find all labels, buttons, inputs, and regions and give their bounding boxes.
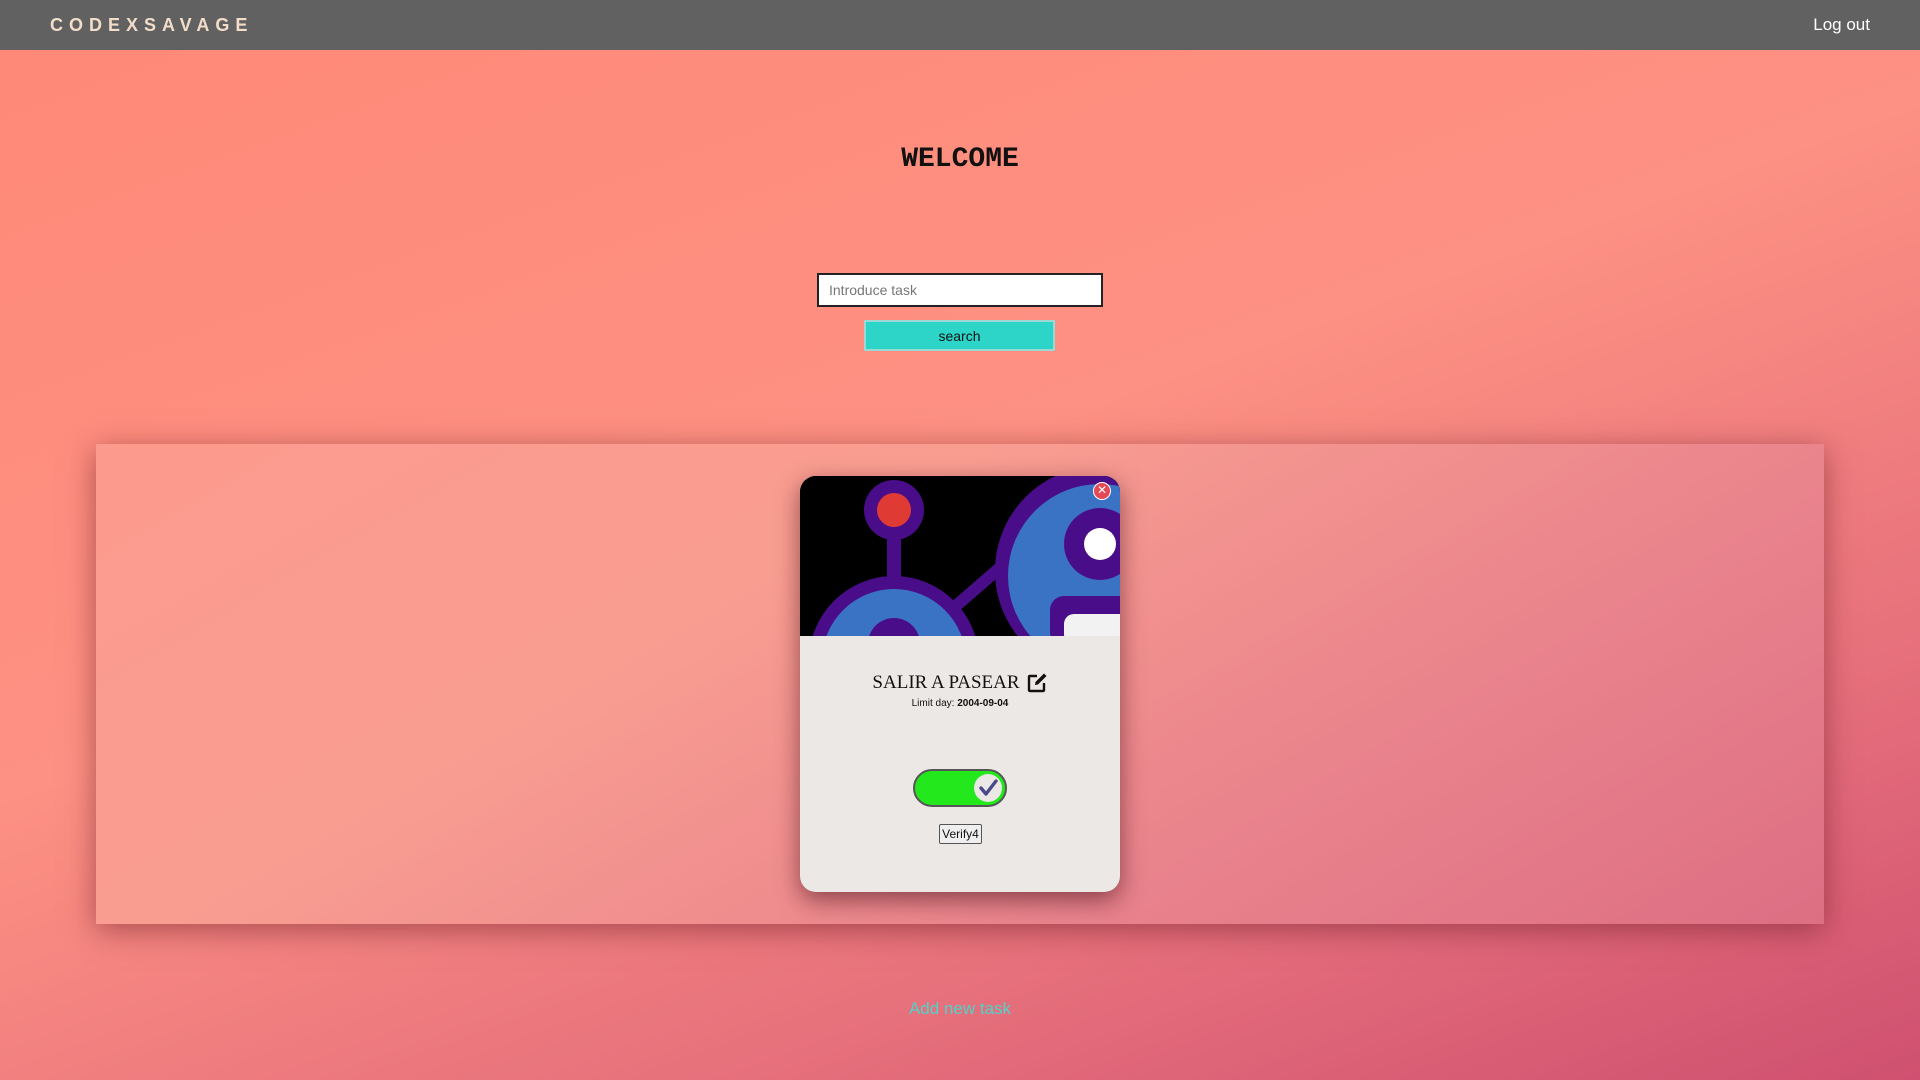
page-title: WELCOME xyxy=(901,144,1019,175)
verify-button[interactable]: Verify4 xyxy=(939,824,982,844)
completed-toggle[interactable] xyxy=(913,769,1007,807)
limit-label: Limit day: xyxy=(911,698,955,709)
limit-date: 2004-09-04 xyxy=(957,698,1009,709)
edit-icon[interactable] xyxy=(1026,672,1048,694)
task-title-row: SALIR A PASEAR xyxy=(800,672,1120,694)
search-button[interactable]: search xyxy=(864,320,1055,351)
task-title: SALIR A PASEAR xyxy=(872,672,1020,693)
navbar: CODEXSAVAGE Log out xyxy=(0,0,1920,50)
logout-link[interactable]: Log out xyxy=(1813,15,1870,35)
check-icon xyxy=(974,774,1002,802)
add-new-task-link[interactable]: Add new task xyxy=(0,999,1920,1019)
close-icon[interactable]: ✕ xyxy=(1093,482,1111,500)
limit-day: Limit day: 2004-09-04 xyxy=(800,698,1120,709)
robot-illustration-icon xyxy=(800,476,1120,746)
task-card: ✕ SALIR A PASEAR Limit day: 2004-09-04 V… xyxy=(800,476,1120,892)
search-input[interactable] xyxy=(817,273,1103,307)
brand-logo[interactable]: CODEXSAVAGE xyxy=(50,15,253,36)
